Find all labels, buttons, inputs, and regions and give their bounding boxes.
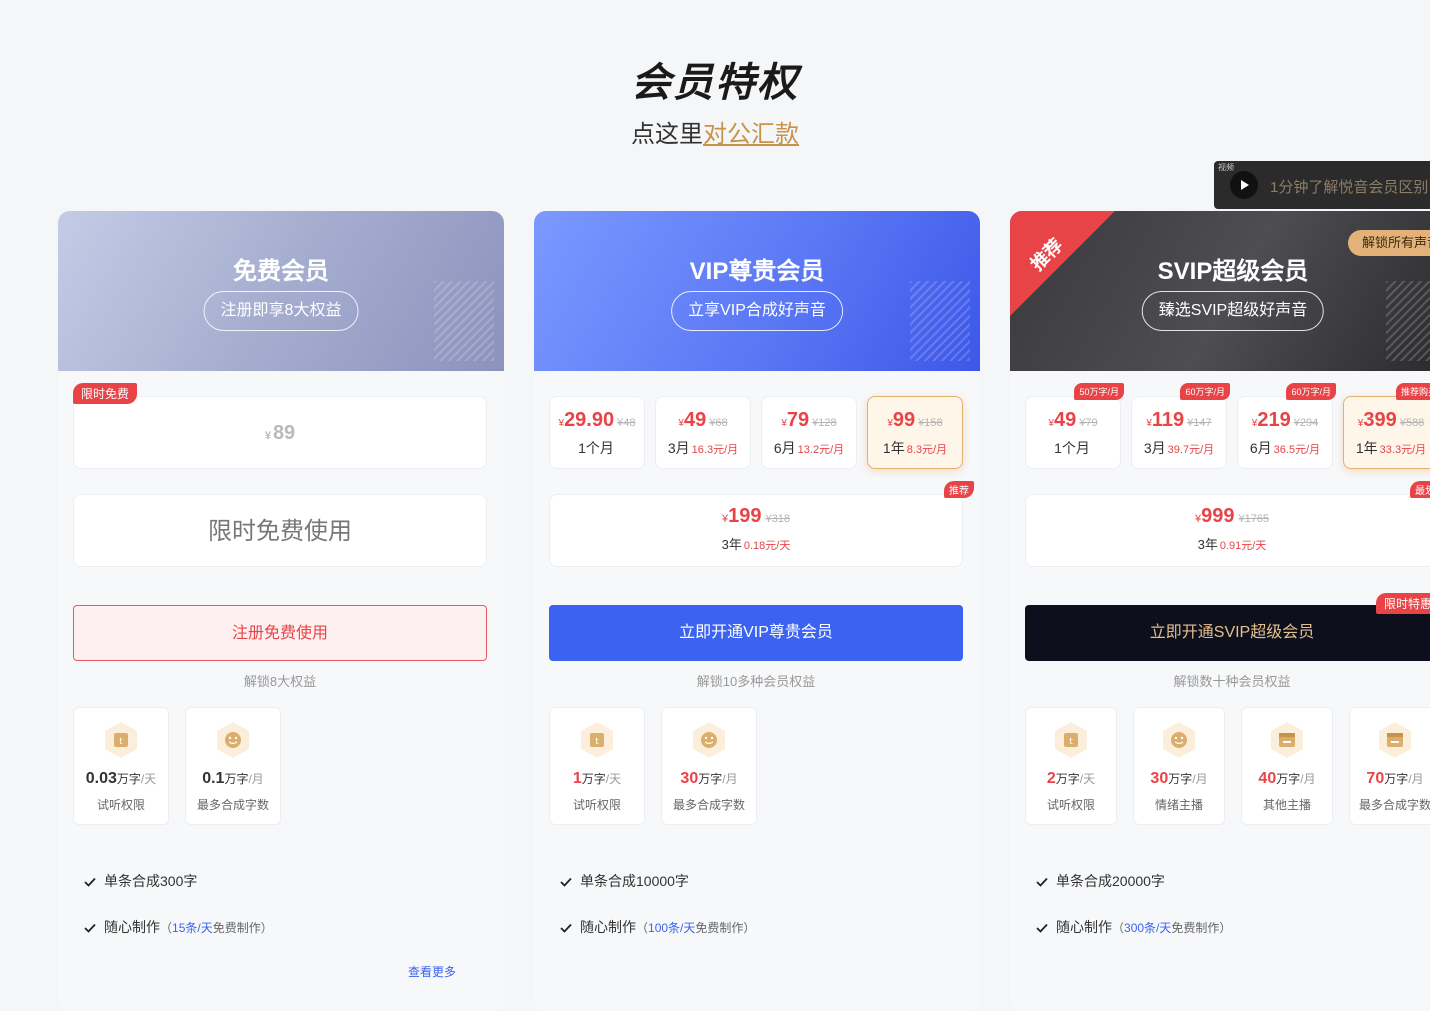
check-icon bbox=[1036, 924, 1048, 934]
check-icon bbox=[560, 878, 572, 888]
button-note: 解锁数十种会员权益 bbox=[1173, 674, 1291, 689]
feature-value: 40万字/月 bbox=[1258, 770, 1316, 787]
plan-tagline: 立享VIP合成好声音 bbox=[671, 291, 843, 331]
vip-card-header: VIP尊贵会员 立享VIP合成好声音 bbox=[534, 211, 980, 371]
feature-card: 30万字/月 最多合成字数 bbox=[661, 707, 757, 825]
feature-value: 30万字/月 bbox=[1150, 770, 1208, 787]
play-icon[interactable] bbox=[1230, 171, 1258, 199]
video-intro-widget[interactable]: 视频 1分钟了解悦音会员区别 bbox=[1214, 161, 1430, 209]
more-perks-link[interactable]: 查看更多 bbox=[408, 963, 456, 980]
button-note: 解锁10多种会员权益 bbox=[696, 674, 816, 689]
decor-stripes bbox=[1386, 281, 1430, 361]
plan-name: 免费会员 bbox=[233, 258, 329, 285]
check-icon bbox=[1036, 878, 1048, 888]
feature-label: 试听权限 bbox=[1046, 798, 1095, 812]
price-option[interactable]: ¥79 ¥128 6月 13.2元/月 bbox=[761, 396, 857, 469]
free-price-box: ¥89 bbox=[73, 396, 487, 469]
check-icon bbox=[84, 878, 96, 888]
smile-icon bbox=[1163, 722, 1195, 758]
feature-card: 30万字/月 情绪主播 bbox=[1133, 707, 1225, 825]
quota-tag: 推荐购买 bbox=[1395, 383, 1430, 400]
recommend-tag: 推荐 bbox=[944, 481, 974, 498]
svg-text:t: t bbox=[595, 737, 599, 747]
price-option-3year[interactable]: ¥199 ¥318 3年 0.18元/天 bbox=[549, 494, 963, 567]
feature-label: 情绪主播 bbox=[1154, 798, 1203, 812]
svip-member-card: 推荐 解锁所有声音 SVIP超级会员 臻选SVIP超级好声音 50万字/月 ¥4… bbox=[1010, 211, 1430, 1011]
feature-value: 30万字/月 bbox=[680, 770, 738, 787]
feature-value: 0.1万字/月 bbox=[202, 770, 264, 787]
perk-item: 单条合成10000字 bbox=[560, 871, 689, 891]
original-price: 89 bbox=[272, 422, 296, 444]
feature-label: 其他主播 bbox=[1262, 798, 1311, 812]
feature-card: 0.1万字/月 最多合成字数 bbox=[185, 707, 281, 825]
check-icon bbox=[84, 924, 96, 934]
open-svip-button[interactable]: 立即开通SVIP超级会员 bbox=[1025, 605, 1430, 661]
best-value-tag: 最划算 bbox=[1410, 481, 1430, 498]
synthesis-card-icon bbox=[1379, 722, 1411, 758]
feature-value: 70万字/月 bbox=[1366, 770, 1424, 787]
price-option[interactable]: 60万字/月 ¥119 ¥147 3月 39.7元/月 bbox=[1131, 383, 1230, 469]
video-tag: 视频 bbox=[1218, 163, 1234, 172]
feature-card: 70万字/月 最多合成字数 bbox=[1349, 707, 1430, 825]
limited-free-tag: 限时免费 bbox=[73, 383, 138, 404]
feature-card: t 1万字/天 试听权限 bbox=[549, 707, 645, 825]
smile-icon bbox=[217, 722, 249, 758]
perk-item: 单条合成300字 bbox=[84, 871, 197, 891]
feature-label: 最多合成字数 bbox=[672, 798, 745, 812]
quota-tag: 60万字/月 bbox=[1286, 383, 1336, 400]
button-note: 解锁8大权益 bbox=[243, 674, 317, 689]
anchor-card-icon bbox=[1271, 722, 1303, 758]
trial-icon: t bbox=[1055, 722, 1087, 758]
quota-tag: 60万字/月 bbox=[1180, 383, 1230, 400]
perk-item: 随心制作（300条/天免费制作） bbox=[1036, 917, 1231, 937]
plan-tagline: 臻选SVIP超级好声音 bbox=[1141, 291, 1325, 331]
limited-offer-tag: 限时特惠 bbox=[1376, 593, 1430, 614]
feature-value: 2万字/天 bbox=[1046, 770, 1096, 787]
quota-tag: 50万字/月 bbox=[1074, 383, 1124, 400]
price-option-selected[interactable]: 推荐购买 ¥399¥588 1年33.3元/月 bbox=[1343, 383, 1430, 469]
open-vip-button[interactable]: 立即开通VIP尊贵会员 bbox=[549, 605, 963, 661]
page-title: 会员特权 bbox=[631, 61, 799, 105]
video-title: 1分钟了解悦音会员区别 bbox=[1270, 179, 1429, 196]
price-option[interactable]: ¥29.90 ¥48 1个月 bbox=[549, 396, 645, 469]
feature-value: 1万字/天 bbox=[572, 770, 622, 787]
plan-name: SVIP超级会员 bbox=[1157, 258, 1309, 285]
feature-card: t 2万字/天 试听权限 bbox=[1025, 707, 1117, 825]
plan-name: VIP尊贵会员 bbox=[689, 258, 825, 285]
feature-card: t 0.03万字/天 试听权限 bbox=[73, 707, 169, 825]
feature-label: 最多合成字数 bbox=[196, 798, 269, 812]
price-option[interactable]: 50万字/月 ¥49 ¥79 1个月 bbox=[1025, 383, 1124, 469]
feature-label: 最多合成字数 bbox=[1358, 798, 1430, 812]
feature-value: 0.03万字/天 bbox=[85, 770, 157, 787]
svip-card-header: 推荐 解锁所有声音 SVIP超级会员 臻选SVIP超级好声音 bbox=[1010, 211, 1430, 371]
perk-item: 随心制作（100条/天免费制作） bbox=[560, 917, 755, 937]
price-option[interactable]: ¥49 ¥68 3月 16.3元/月 bbox=[655, 396, 751, 469]
feature-label: 试听权限 bbox=[572, 798, 621, 812]
corporate-transfer-link[interactable]: 对公汇款 bbox=[703, 121, 799, 148]
vip-member-card: VIP尊贵会员 立享VIP合成好声音 ¥29.90 ¥48 1个月 ¥49 ¥68 … bbox=[534, 211, 980, 1011]
free-use-box: 限时免费使用 bbox=[73, 494, 487, 567]
svg-text:t: t bbox=[119, 737, 123, 747]
feature-card: 40万字/月 其他主播 bbox=[1241, 707, 1333, 825]
plan-tagline: 注册即享8大权益 bbox=[203, 291, 359, 331]
perk-item: 单条合成20000字 bbox=[1036, 871, 1165, 891]
free-card-header: 免费会员 注册即享8大权益 bbox=[58, 211, 504, 371]
price-option-selected[interactable]: ¥99 ¥158 1年 8.3元/月 bbox=[867, 396, 963, 469]
price-option-3year[interactable]: ¥999 ¥1765 3年 0.91元/天 bbox=[1025, 494, 1430, 567]
subtitle-prefix: 点这里 bbox=[631, 121, 703, 148]
check-icon bbox=[560, 924, 572, 934]
decor-stripes bbox=[910, 281, 970, 361]
svg-text:t: t bbox=[1069, 737, 1073, 747]
smile-icon bbox=[693, 722, 725, 758]
register-free-button[interactable]: 注册免费使用 bbox=[73, 605, 487, 661]
trial-icon: t bbox=[105, 722, 137, 758]
price-option[interactable]: 60万字/月 ¥219 ¥294 6月 36.5元/月 bbox=[1237, 383, 1336, 469]
trial-icon: t bbox=[581, 722, 613, 758]
decor-stripes bbox=[434, 281, 494, 361]
currency-symbol: ¥ bbox=[264, 430, 271, 442]
feature-label: 试听权限 bbox=[96, 798, 145, 812]
free-member-card: 免费会员 注册即享8大权益 ¥89 限时免费 限时免费使用 注册免费使用 解锁8… bbox=[58, 211, 504, 1011]
perk-item: 随心制作（15条/天免费制作） bbox=[84, 917, 273, 937]
page-subtitle: 点这里对公汇款 bbox=[0, 114, 1430, 149]
